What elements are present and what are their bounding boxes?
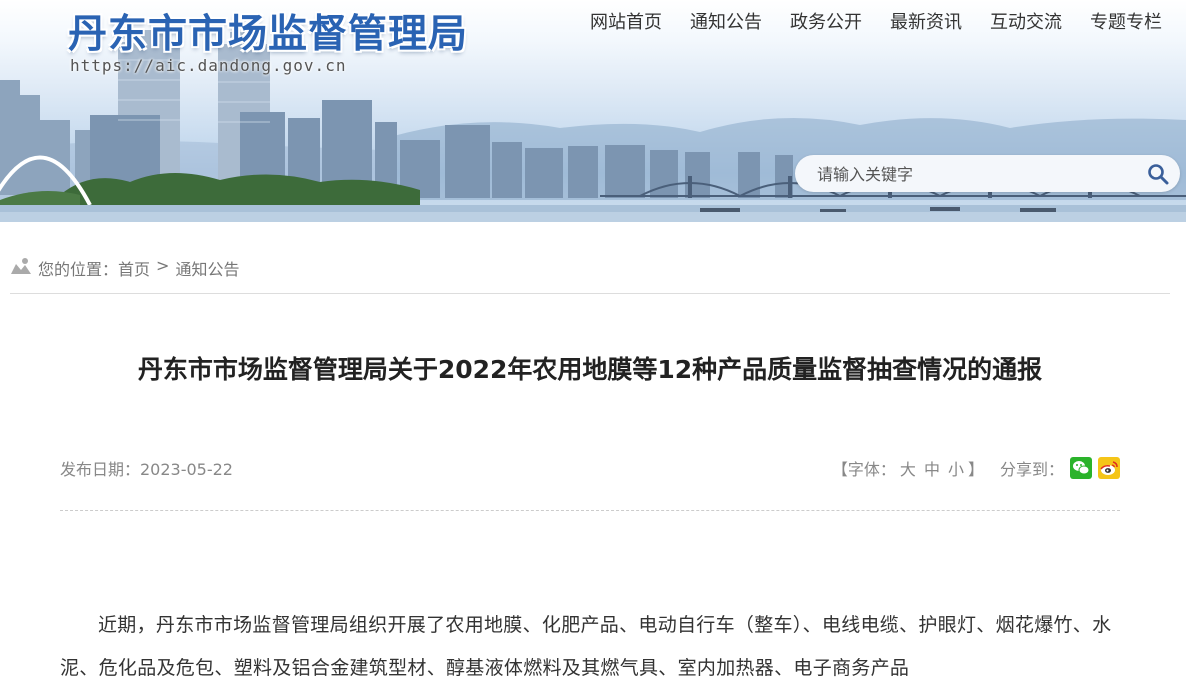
- article-tools: 【字体：大中小】 分享到：: [832, 454, 1120, 482]
- header-banner: 丹东市市场监督管理局 https://aic.dandong.gov.cn 网站…: [0, 0, 1186, 222]
- nav-item-special-topics[interactable]: 专题专栏: [1076, 10, 1176, 36]
- font-size-large-button[interactable]: 大: [900, 460, 916, 479]
- article-body-paragraph: 近期，丹东市市场监督管理局组织开展了农用地膜、化肥产品、电动自行车（整车）、电线…: [60, 614, 1112, 679]
- search-icon[interactable]: [1146, 162, 1170, 186]
- weibo-icon[interactable]: [1098, 457, 1120, 479]
- map-location-icon: [11, 258, 31, 274]
- breadcrumb-prefix: 您的位置：: [38, 260, 119, 279]
- font-size-small-button[interactable]: 小: [948, 460, 964, 479]
- article-title: 丹东市市场监督管理局关于2022年农用地膜等12种产品质量监督抽查情况的通报: [137, 355, 1043, 384]
- breadcrumb-current-link[interactable]: 通知公告: [175, 256, 239, 280]
- site-url: https://aic.dandong.gov.cn: [70, 56, 347, 75]
- site-title[interactable]: 丹东市市场监督管理局: [68, 3, 468, 59]
- search-box: [795, 155, 1180, 194]
- wechat-icon[interactable]: [1070, 457, 1092, 479]
- font-size-switcher: 【字体：大中小】: [832, 456, 984, 480]
- breadcrumb-home-link[interactable]: 首页: [118, 256, 150, 280]
- font-size-medium-button[interactable]: 中: [924, 460, 940, 479]
- share-label: 分享到：: [999, 460, 1064, 479]
- nav-item-notices[interactable]: 通知公告: [676, 10, 776, 36]
- nav-item-interaction[interactable]: 互动交流: [976, 10, 1076, 36]
- nav-item-latest-news[interactable]: 最新资讯: [876, 10, 976, 36]
- breadcrumb: 您的位置： 首页 > 通知公告: [10, 256, 1170, 294]
- breadcrumb-separator: >: [156, 256, 170, 275]
- publish-date: 发布日期：2023-05-22: [60, 460, 233, 479]
- nav-item-government-affairs[interactable]: 政务公开: [776, 10, 876, 36]
- nav-item-home[interactable]: 网站首页: [576, 10, 676, 36]
- search-input[interactable]: [815, 155, 1139, 194]
- meta-divider: [60, 510, 1120, 511]
- font-size-close: 】: [967, 460, 984, 479]
- font-size-label: 【字体：: [831, 460, 896, 479]
- main-nav: 网站首页 通知公告 政务公开 最新资讯 互动交流 专题专栏: [576, 10, 1176, 36]
- article-meta: 发布日期：2023-05-22 【字体：大中小】 分享到：: [60, 454, 1120, 482]
